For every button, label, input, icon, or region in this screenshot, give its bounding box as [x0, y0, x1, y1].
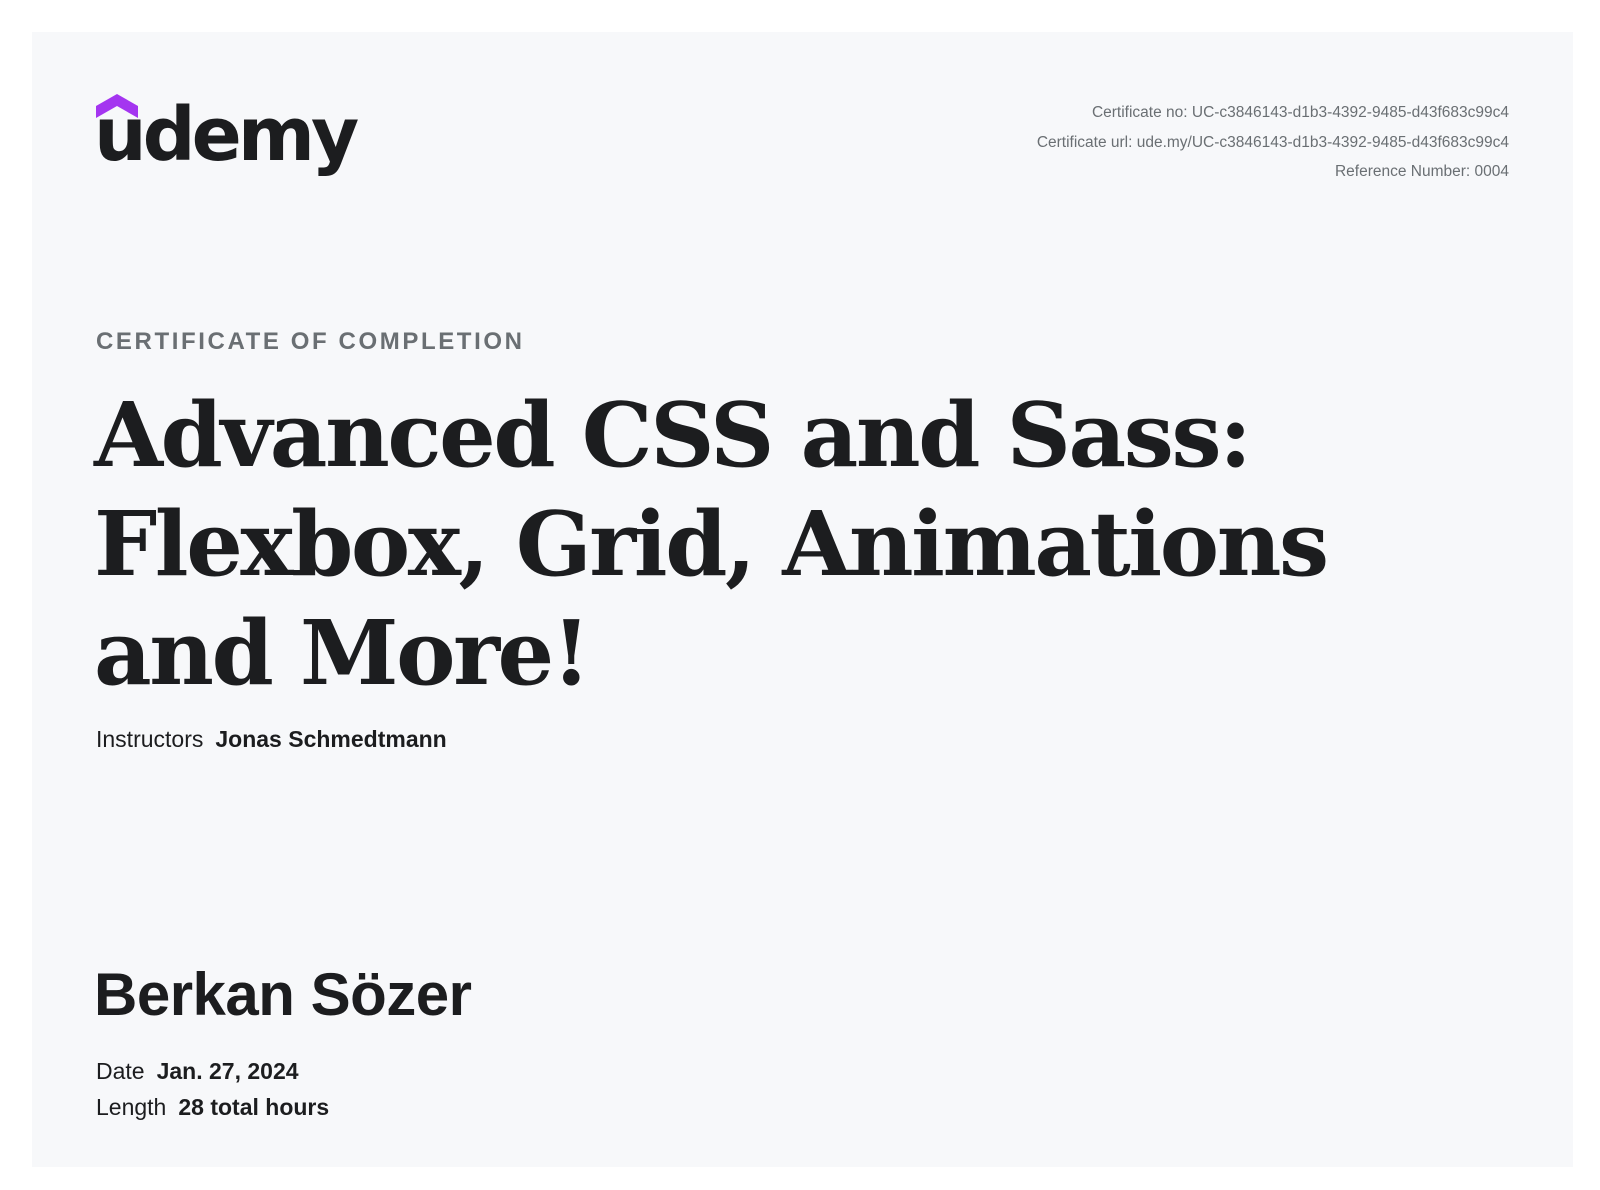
instructors-value: Jonas Schmedtmann [215, 726, 447, 752]
date-value: Jan. 27, 2024 [156, 1058, 299, 1084]
instructors-label: Instructors [96, 726, 204, 752]
course-title: Advanced CSS and Sass: Flexbox, Grid, An… [94, 382, 1329, 705]
certificate-meta: Certificate no: UC-c3846143-d1b3-4392-94… [1037, 98, 1509, 187]
udemy-logo: udemy [94, 92, 359, 198]
length-value: 28 total hours [178, 1094, 330, 1120]
certificate-kicker: CERTIFICATE OF COMPLETION [96, 328, 525, 355]
logo-wordmark: udemy [94, 92, 359, 178]
certificate-number: Certificate no: UC-c3846143-d1b3-4392-94… [1091, 104, 1509, 121]
length-label: Length [96, 1094, 167, 1120]
date-label: Date [96, 1058, 145, 1084]
instructors-row: Instructors Jonas Schmedtmann [96, 726, 447, 753]
reference-number: Reference Number: 0004 [1334, 163, 1509, 180]
certificate-url: Certificate url: ude.my/UC-c3846143-d1b3… [1036, 133, 1509, 151]
length-row: Length 28 total hours [96, 1094, 329, 1121]
recipient-name: Berkan Sözer [94, 961, 472, 1028]
date-row: Date Jan. 27, 2024 [96, 1058, 299, 1085]
certificate-card: udemy Certificate no: UC-c3846143-d1b3-4… [32, 32, 1573, 1167]
